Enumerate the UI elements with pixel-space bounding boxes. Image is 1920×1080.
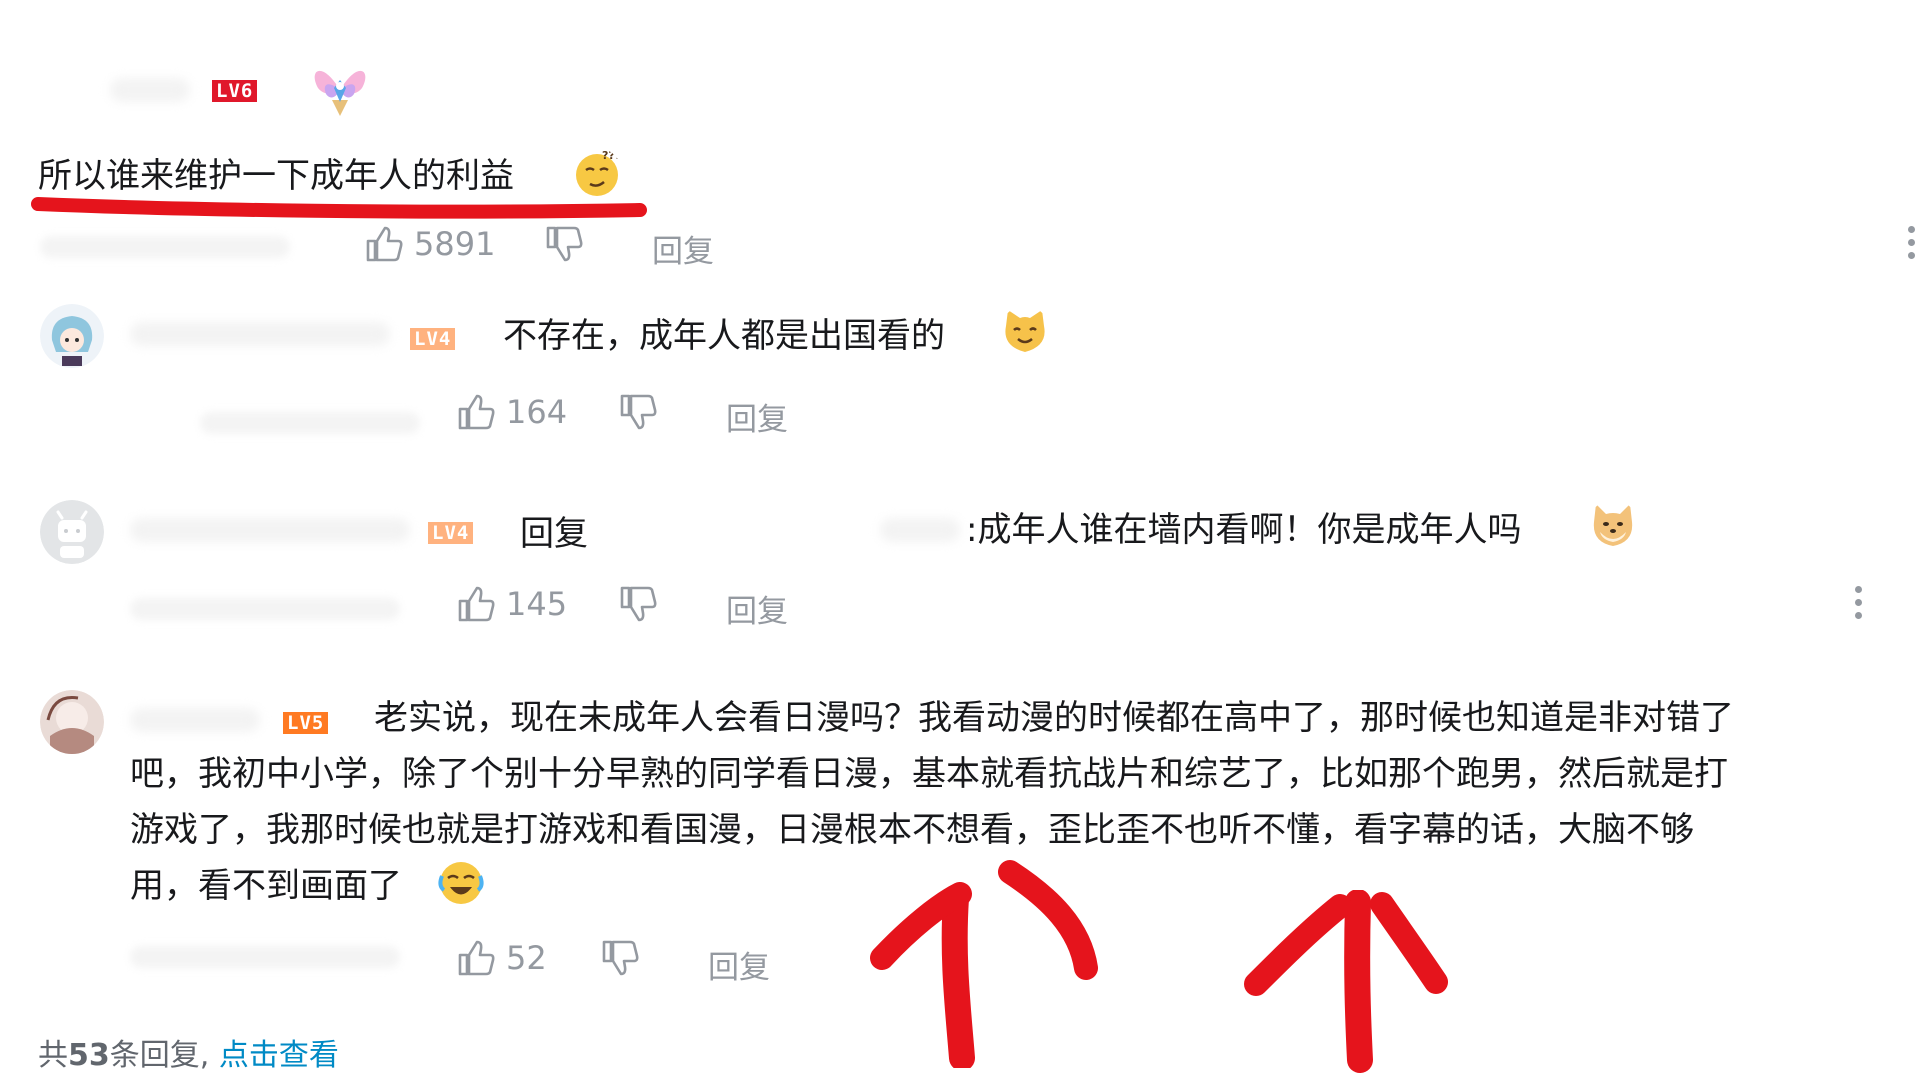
blurred-mention[interactable] [880,518,960,542]
like-button[interactable]: 5891 [364,224,495,264]
thumbs-down-icon [620,586,657,622]
comment-text: :成年人谁在墙内看啊！你是成年人吗 [966,510,1522,550]
thumbs-down-icon [546,226,583,262]
replies-suffix: 条回复, [109,1038,210,1073]
svg-text:???: ??? [602,149,621,162]
like-button[interactable]: 52 [456,938,547,978]
crying-laughing-emoji [438,862,484,904]
reply-button[interactable]: 回复 [708,942,770,987]
view-replies-link[interactable]: 点击查看 [219,1038,339,1073]
comment-line: 游戏了，我那时候也就是打游戏和看国漫，日漫根本不想看，歪比歪不也听不懂，看字幕的… [130,810,1694,850]
blurred-username [110,78,190,102]
thumbs-up-icon [458,586,495,622]
reply-to-label: 回复 [520,514,588,554]
thumbs-up-icon [458,940,495,976]
replies-summary: 共53条回复, 点击查看 [38,1030,339,1074]
reply-button[interactable]: 回复 [652,226,714,271]
replies-count: 53 [68,1038,110,1073]
level-badge: LV6 [212,80,258,102]
dislike-button[interactable] [618,392,658,432]
blurred-date [40,236,290,258]
reply-button[interactable]: 回复 [726,586,788,631]
dislike-button[interactable] [544,224,584,264]
avatar[interactable] [40,304,104,368]
blurred-username [130,518,410,542]
dislike-button[interactable] [600,938,640,978]
like-count: 52 [506,939,547,977]
like-count: 5891 [414,225,496,263]
comment-thread: LV6 所以谁来维护一下成年人的利益 ??? 5891 回复 LV4 不存在，成… [0,0,1920,1080]
cat-face-emoji [1005,310,1045,352]
red-arrow-annotation [870,860,1098,1068]
comment-line: 老实说，现在未成年人会看日漫吗？我看动漫的时候都在高中了，那时候也知道是非对错了 [374,698,1734,738]
thumbs-down-icon [620,394,657,430]
blurred-date [130,946,400,968]
like-button[interactable]: 164 [456,392,567,432]
comment-line: 吧，我初中小学，除了个别十分早熟的同学看日漫，基本就看抗战片和综艺了，比如那个跑… [130,754,1728,794]
like-count: 164 [506,393,568,431]
red-arrow-annotation [1244,890,1448,1073]
replies-prefix: 共 [38,1038,68,1073]
more-options-icon[interactable] [1906,226,1916,259]
reply-button[interactable]: 回复 [726,394,788,439]
thumbs-up-icon [366,226,403,262]
like-count: 145 [506,585,568,623]
avatar[interactable] [40,690,104,754]
comment-line-text: 用，看不到画面了 [130,866,402,906]
dislike-button[interactable] [618,584,658,624]
more-options-icon[interactable] [1853,586,1863,619]
blurred-date [200,412,420,434]
thumbs-up-icon [458,394,495,430]
decoration-badge-icon [314,70,366,116]
like-button[interactable]: 145 [456,584,567,624]
avatar[interactable] [40,500,104,564]
blurred-username [130,322,390,346]
blurred-date [130,598,400,620]
level-badge: LV4 [428,522,474,544]
level-badge: LV4 [410,328,456,350]
red-underline-annotation [31,197,647,219]
thumbs-down-icon [602,940,639,976]
doge-emoji [1593,504,1633,546]
comment-text: 不存在，成年人都是出国看的 [503,316,945,356]
